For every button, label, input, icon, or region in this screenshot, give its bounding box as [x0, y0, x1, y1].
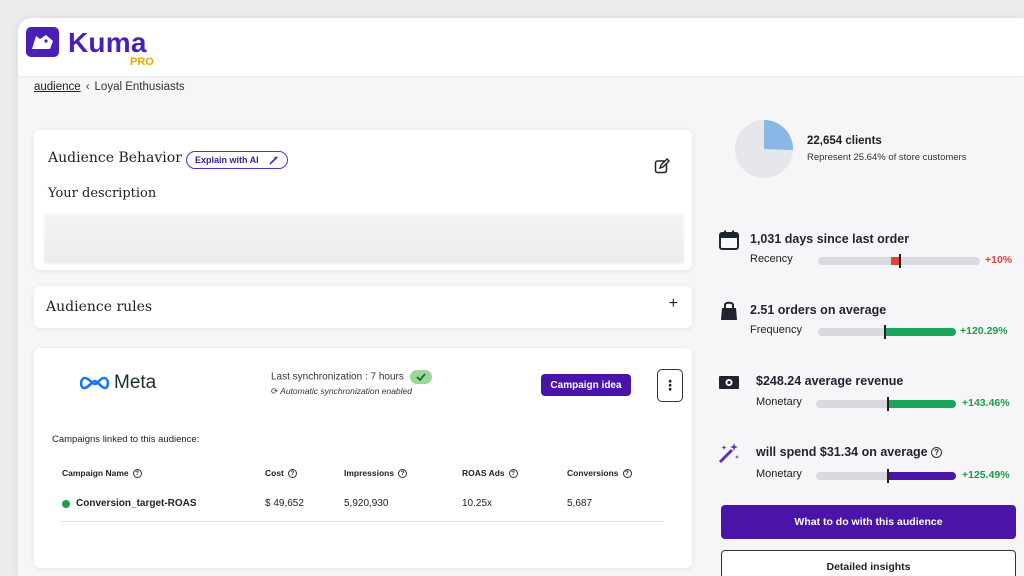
status-dot-icon [62, 499, 70, 508]
description-field[interactable] [44, 214, 684, 264]
revenue-bar [816, 397, 956, 411]
breadcrumb-audience-link[interactable]: audience [34, 81, 81, 93]
revenue-label: Monetary [756, 396, 802, 408]
meta-logo: Meta [80, 372, 156, 394]
predicted-spend-metric: will spend $31.34 on average ? Monetary … [718, 442, 1018, 492]
auto-sync-text: Automatic synchronization enabled [280, 386, 413, 396]
meta-campaigns-card: Meta Last synchronization : 7 hours ⟳ Au… [34, 348, 692, 568]
predicted-spend-label: Monetary [756, 468, 802, 480]
roas-cell: 10.25x [462, 498, 493, 509]
recency-bar [818, 254, 980, 268]
campaign-idea-button[interactable]: Campaign idea [541, 374, 631, 396]
frequency-bar-marker [884, 325, 886, 339]
table-row[interactable]: Conversion_target-ROAS $ 49,652 5,920,93… [34, 498, 692, 514]
recency-metric: 1,031 days since last order Recency +10% [718, 229, 1018, 279]
column-header-roas-ads[interactable]: ROAS Ads? [462, 468, 518, 478]
last-sync-text: Last synchronization : 7 hours [271, 371, 404, 383]
predicted-spend-title: will spend $31.34 on average ? [756, 445, 943, 459]
recency-label: Recency [750, 253, 793, 265]
column-header-campaign-name[interactable]: Campaign Name? [62, 468, 142, 478]
help-icon[interactable]: ? [508, 468, 518, 478]
what-to-do-button[interactable]: What to do with this audience [721, 505, 1016, 539]
check-icon [409, 370, 432, 384]
frequency-bar-fill [884, 328, 956, 336]
last-sync-status: Last synchronization : 7 hours [271, 370, 432, 384]
meta-wordmark: Meta [114, 372, 157, 393]
revenue-title: $248.24 average revenue [756, 374, 904, 388]
frequency-bar [818, 325, 956, 339]
clients-share-text: Represent 25.64% of store customers [807, 152, 967, 163]
recency-bar-marker [899, 254, 901, 268]
audience-behavior-title: Audience Behavior [48, 150, 182, 166]
audience-behavior-card: Audience Behavior Explain with AI Your d… [34, 130, 692, 270]
brand-tier: PRO [130, 56, 154, 68]
recency-change: +10% [985, 254, 1013, 266]
frequency-title: 2.51 orders on average [750, 303, 887, 317]
predicted-spend-change: +125.49% [962, 469, 1010, 481]
meta-infinity-icon [80, 376, 110, 390]
audience-rules-title: Audience rules [46, 299, 153, 315]
conversions-cell: 5,687 [567, 498, 593, 509]
column-header-conversions[interactable]: Conversions? [567, 468, 632, 478]
impressions-cell: 5,920,930 [344, 498, 389, 509]
recency-title: 1,031 days since last order [750, 232, 910, 246]
magic-wand-icon [269, 155, 279, 165]
app-window: Kuma PRO audience ‹ Loyal Enthusiasts Audi… [18, 18, 1024, 576]
help-icon[interactable]: ? [622, 468, 632, 478]
breadcrumb-current: Loyal Enthusiasts [94, 81, 185, 93]
help-icon[interactable]: ? [931, 447, 943, 459]
frequency-change: +120.29% [960, 325, 1008, 337]
magic-wand-icon [718, 443, 739, 464]
revenue-bar-marker [887, 397, 889, 411]
explain-with-ai-button[interactable]: Explain with AI [186, 151, 288, 169]
linked-campaigns-label: Campaigns linked to this audience: [52, 434, 200, 445]
money-icon [719, 376, 739, 389]
frequency-label: Frequency [750, 324, 802, 336]
column-header-cost[interactable]: Cost? [265, 468, 297, 478]
sync-refresh-icon: ⟳ [271, 386, 279, 396]
auto-sync-status: ⟳ Automatic synchronization enabled [271, 386, 412, 397]
predicted-spend-bar-fill [887, 472, 956, 480]
revenue-bar-fill [887, 400, 956, 408]
customer-share-pie [735, 120, 793, 178]
campaigns-table-header: Campaign Name? Cost? Impressions? ROAS A… [34, 468, 692, 482]
calendar-icon [719, 230, 739, 250]
campaign-name-cell: Conversion_target-ROAS [62, 498, 197, 509]
predicted-spend-bar-marker [887, 469, 889, 483]
help-icon[interactable]: ? [132, 468, 142, 478]
explain-with-ai-label: Explain with AI [195, 155, 259, 165]
row-divider [60, 521, 664, 522]
description-label: Your description [48, 186, 157, 201]
column-header-impressions[interactable]: Impressions? [344, 468, 408, 478]
revenue-metric: $248.24 average revenue Monetary +143.46… [718, 371, 1018, 421]
breadcrumb-separator: ‹ [85, 81, 90, 93]
clients-count: 22,654 clients [807, 135, 882, 147]
edit-icon[interactable] [654, 158, 670, 174]
brand-name: Kuma [68, 27, 147, 58]
top-bar: Kuma PRO [18, 18, 1024, 76]
shopping-bag-icon [721, 301, 737, 320]
predicted-spend-bar [816, 469, 956, 483]
breadcrumb: audience ‹ Loyal Enthusiasts [34, 81, 185, 93]
more-options-button[interactable]: ⋮ [657, 369, 683, 402]
detailed-insights-button[interactable]: Detailed insights [721, 550, 1016, 576]
revenue-change: +143.46% [962, 397, 1010, 409]
cost-cell: $ 49,652 [265, 498, 304, 509]
expand-plus-icon[interactable]: + [669, 295, 678, 313]
frequency-metric: 2.51 orders on average Frequency +120.29… [718, 300, 1018, 350]
help-icon[interactable]: ? [287, 468, 297, 478]
kuma-logo-icon[interactable] [26, 27, 59, 57]
audience-rules-card[interactable]: Audience rules + [34, 286, 692, 328]
help-icon[interactable]: ? [398, 468, 408, 478]
